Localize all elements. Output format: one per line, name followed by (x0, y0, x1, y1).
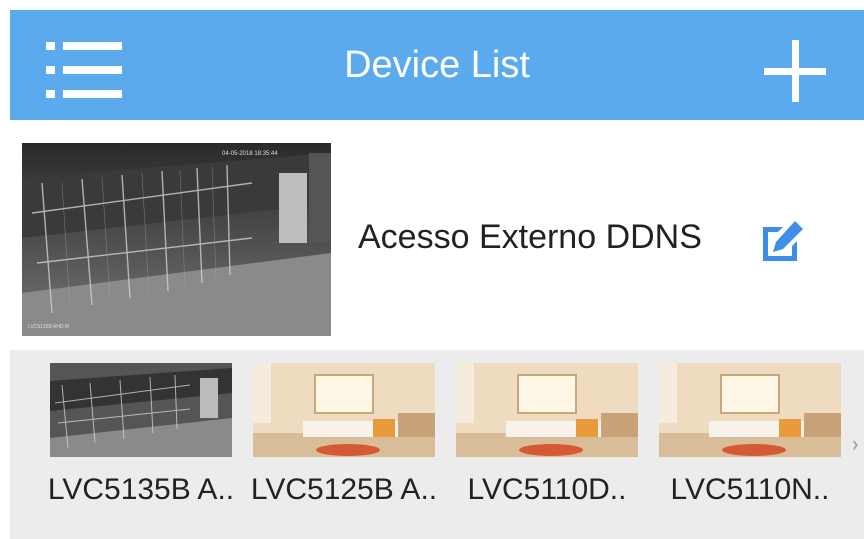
night-camera-image (50, 363, 232, 457)
night-camera-image: 04-05-2018 18:35:44 LVC5135B AHD-M (22, 143, 331, 336)
channel-label: LVC5135B A.. (47, 473, 235, 506)
svg-text:LVC5135B AHD-M: LVC5135B AHD-M (28, 324, 69, 330)
top-bar: Device List (10, 10, 864, 120)
channel-item[interactable]: LVC5135B A.. (48, 363, 234, 506)
edit-icon[interactable] (757, 217, 807, 267)
add-device-button[interactable] (764, 40, 826, 102)
device-card[interactable]: 04-05-2018 18:35:44 LVC5135B AHD-M Acess… (10, 120, 864, 350)
page-title: Device List (344, 44, 530, 86)
bedroom-image (659, 363, 841, 457)
svg-text:04-05-2018 18:35:44: 04-05-2018 18:35:44 (222, 151, 278, 157)
channel-label: LVC5125B A.. (250, 473, 438, 506)
channel-label: LVC5110N.. (670, 473, 830, 506)
bedroom-image (253, 363, 435, 457)
menu-list-icon[interactable] (46, 42, 122, 98)
device-name: Acesso Externo DDNS (358, 218, 702, 256)
device-preview-thumbnail[interactable]: 04-05-2018 18:35:44 LVC5135B AHD-M (22, 143, 331, 336)
chevron-right-icon[interactable]: › (852, 432, 859, 457)
channel-item[interactable]: LVC5110D.. (456, 363, 638, 506)
channel-item[interactable]: LVC5125B A.. (251, 363, 437, 506)
bedroom-image (456, 363, 638, 457)
channel-item[interactable]: LVC5110N.. (659, 363, 841, 506)
channel-strip: LVC5135B A.. LVC5125B A.. LVC5110D.. LVC… (10, 350, 864, 539)
channel-label: LVC5110D.. (467, 473, 627, 506)
